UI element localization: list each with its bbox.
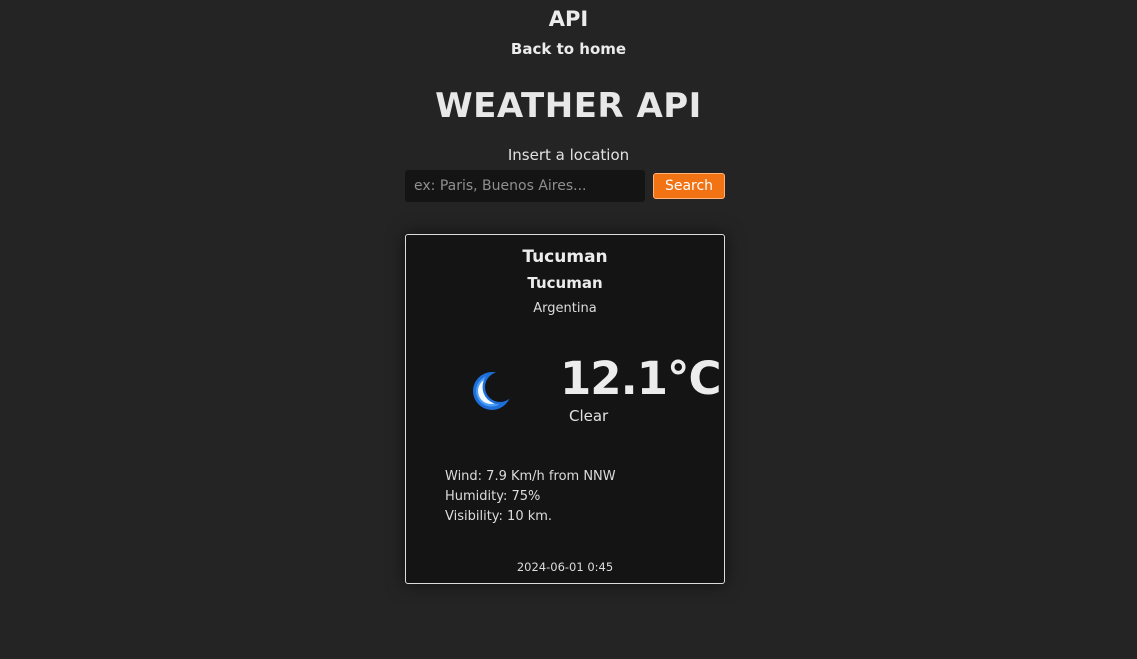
timestamp: 2024-06-01 0:45	[516, 560, 614, 574]
visibility-info: Visibility: 10 km.	[445, 509, 553, 524]
crescent-moon-icon	[466, 365, 518, 417]
page-title: WEATHER API	[435, 86, 702, 126]
site-title: API	[548, 7, 589, 31]
search-input[interactable]	[405, 170, 645, 202]
page: API Back to home WEATHER API Insert a lo…	[0, 0, 1137, 659]
humidity-info: Humidity: 75%	[445, 489, 541, 504]
weather-details: Wind: 7.9 Km/h from NNW Humidity: 75% Vi…	[445, 467, 616, 527]
wind-info: Wind: 7.9 Km/h from NNW	[445, 469, 616, 484]
region-name: Tucuman	[527, 274, 603, 292]
search-label: Insert a location	[507, 146, 630, 164]
back-to-home-link[interactable]: Back to home	[0, 39, 1137, 59]
weather-card: Tucuman Tucuman Argentina 12.1°C Clear W…	[405, 234, 725, 584]
temperature: 12.1°C	[560, 352, 722, 405]
country-name: Argentina	[533, 301, 597, 316]
search-button[interactable]: Search	[653, 173, 725, 199]
city-name: Tucuman	[522, 247, 608, 267]
condition-text: Clear	[569, 407, 609, 425]
